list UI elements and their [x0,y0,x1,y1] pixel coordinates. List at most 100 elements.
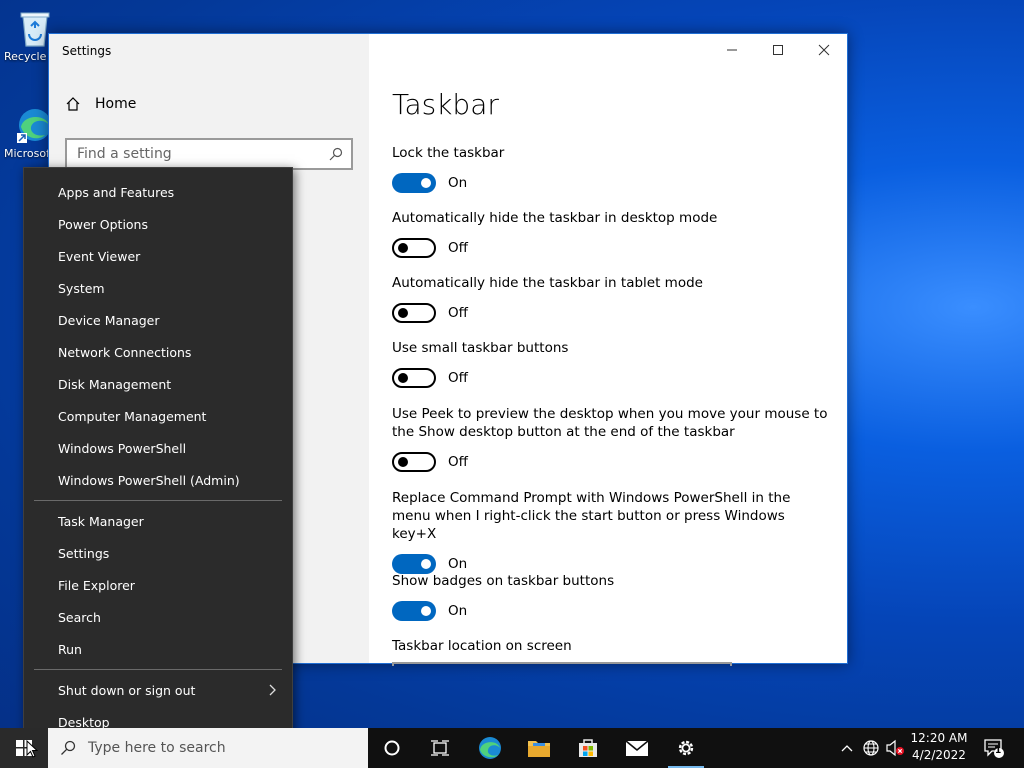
menu-item-file-explorer[interactable]: File Explorer [24,569,292,601]
mail-icon [625,740,649,756]
menu-item-settings[interactable]: Settings [24,537,292,569]
window-title: Settings [62,44,112,58]
menu-item-powershell-admin[interactable]: Windows PowerShell (Admin) [24,464,292,496]
taskbar-clock[interactable]: 12:20 AM 4/2/2022 [900,730,978,764]
menu-item-label: Search [58,609,101,625]
small-buttons-toggle[interactable] [392,368,436,388]
toggle-state: Off [448,240,468,256]
lock-taskbar-toggle[interactable] [392,173,436,193]
folder-icon [528,741,550,757]
menu-item-computer-management[interactable]: Computer Management [24,400,292,432]
home-icon [66,97,80,111]
setting-label: Show badges on taskbar buttons [392,573,615,589]
chevron-right-icon [269,684,276,696]
menu-item-shutdown[interactable]: Shut down or sign out [24,674,292,706]
menu-item-label: File Explorer [58,577,135,593]
taskbar-settings-button[interactable] [662,728,710,768]
task-view-icon [431,740,449,756]
home-label: Home [95,96,137,112]
setting-label: Automatically hide the taskbar in tablet… [392,275,703,291]
menu-item-label: Apps and Features [58,184,175,200]
setting-label: Lock the taskbar [392,145,505,161]
menu-item-task-manager[interactable]: Task Manager [24,505,292,537]
powershell-toggle[interactable] [392,554,436,574]
autohide-tablet-toggle[interactable] [392,303,436,323]
toggle-state: Off [448,370,468,386]
menu-item-device-manager[interactable]: Device Manager [24,304,292,336]
menu-item-label: Shut down or sign out [58,682,196,698]
start-button[interactable] [0,728,48,768]
menu-item-search[interactable]: Search [24,601,292,633]
peek-toggle[interactable] [392,452,436,472]
setting-peek: Use Peek to preview the desktop when you… [392,405,832,472]
setting-label: Automatically hide the taskbar in deskto… [392,210,718,226]
menu-item-label: Run [58,641,82,657]
menu-separator [34,669,282,670]
setting-lock-taskbar: Lock the taskbar On [392,144,832,193]
setting-autohide-desktop: Automatically hide the taskbar in deskto… [392,209,832,258]
menu-item-apps-features[interactable]: Apps and Features [24,176,292,208]
winx-context-menu: Apps and Features Power Options Event Vi… [23,167,293,745]
notification-count-badge: 1 [995,746,1002,756]
menu-item-label: Windows PowerShell [58,440,187,456]
menu-item-label: Network Connections [58,344,192,360]
setting-taskbar-location: Taskbar location on screen [392,637,832,655]
find-setting-input[interactable]: Find a setting [65,138,353,170]
settings-content: Taskbar Lock the taskbar On Automaticall… [369,34,847,666]
clock-date: 4/2/2022 [912,748,966,762]
setting-label: Taskbar location on screen [392,638,572,654]
taskbar-file-explorer-button[interactable] [515,728,563,768]
search-icon [329,147,343,161]
clock-time: 12:20 AM [910,731,968,745]
home-nav-item[interactable]: Home [65,96,136,112]
taskbar: Type here to search 12:20 AM 4/2/2022 1 [0,728,1024,768]
network-tray-button[interactable] [860,728,882,768]
gear-icon [678,740,694,756]
action-center-button[interactable]: 1 [980,728,1008,768]
setting-label: Use Peek to preview the desktop when you… [392,406,828,440]
cortana-button[interactable] [368,728,416,768]
taskbar-location-dropdown[interactable] [392,662,732,666]
taskbar-mail-button[interactable] [613,728,661,768]
setting-label: Use small taskbar buttons [392,340,569,356]
notification-icon [984,739,1004,758]
taskbar-store-button[interactable] [564,728,612,768]
taskbar-search-box[interactable]: Type here to search [48,728,368,768]
menu-item-powershell[interactable]: Windows PowerShell [24,432,292,464]
taskbar-edge-button[interactable] [466,728,514,768]
taskbar-search-placeholder: Type here to search [88,740,226,756]
show-hidden-icons-button[interactable] [836,728,858,768]
menu-item-label: Event Viewer [58,248,141,264]
task-view-button[interactable] [416,728,464,768]
search-icon [61,740,76,755]
autohide-desktop-toggle[interactable] [392,238,436,258]
page-title: Taskbar [392,88,499,121]
menu-item-run[interactable]: Run [24,633,292,665]
setting-small-buttons: Use small taskbar buttons Off [392,339,832,388]
menu-item-label: Task Manager [58,513,144,529]
toggle-state: On [448,175,468,191]
toggle-state: Off [448,305,468,321]
cortana-circle-icon [384,740,400,756]
mouse-pointer-icon [26,740,38,758]
setting-powershell: Replace Command Prompt with Windows Powe… [392,489,832,574]
menu-item-label: Windows PowerShell (Admin) [58,472,240,488]
toggle-state: On [448,556,468,572]
setting-autohide-tablet: Automatically hide the taskbar in tablet… [392,274,832,323]
chevron-up-icon [841,745,853,752]
menu-item-event-viewer[interactable]: Event Viewer [24,240,292,272]
toggle-state: Off [448,454,468,470]
toggle-state: On [448,603,468,619]
menu-item-label: Device Manager [58,312,160,328]
menu-item-network-connections[interactable]: Network Connections [24,336,292,368]
store-icon [579,739,597,757]
menu-item-power-options[interactable]: Power Options [24,208,292,240]
edge-icon [479,737,501,759]
menu-separator [34,500,282,501]
menu-item-label: System [58,280,105,296]
menu-item-disk-management[interactable]: Disk Management [24,368,292,400]
menu-item-label: Power Options [58,216,148,232]
menu-item-label: Settings [58,545,110,561]
badges-toggle[interactable] [392,601,436,621]
menu-item-system[interactable]: System [24,272,292,304]
